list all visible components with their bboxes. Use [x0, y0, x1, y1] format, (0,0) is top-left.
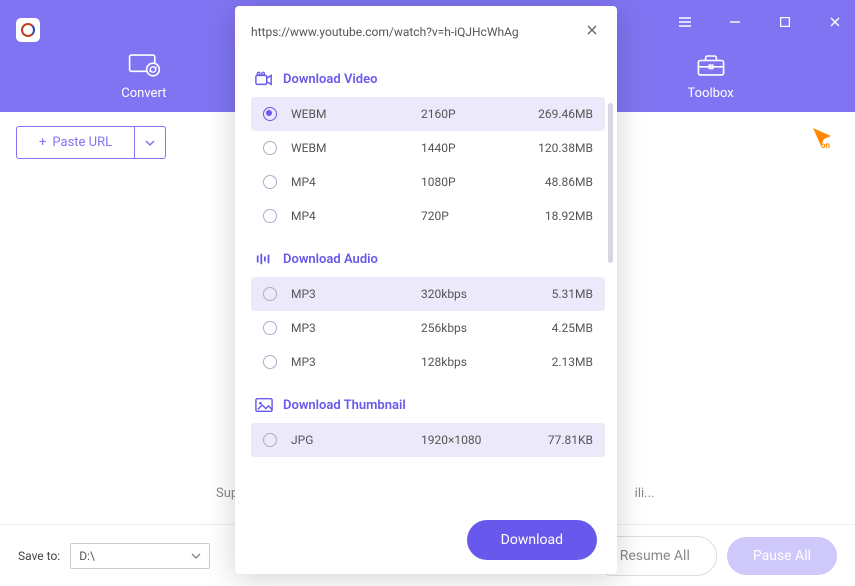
radio-icon: [263, 321, 277, 335]
paste-url-label: Paste URL: [52, 135, 112, 150]
radio-icon: [263, 107, 277, 121]
option-video-3[interactable]: MP4720P18.92MB: [251, 199, 605, 233]
audio-icon: [255, 251, 273, 267]
option-video-0[interactable]: WEBM2160P269.46MB: [251, 97, 605, 131]
plus-icon: +: [39, 135, 46, 150]
option-audio-2[interactable]: MP3128kbps2.13MB: [251, 345, 605, 379]
option-audio-1[interactable]: MP3256kbps4.25MB: [251, 311, 605, 345]
section-video-title: Download Video: [283, 72, 377, 87]
option-video-2[interactable]: MP41080P48.86MB: [251, 165, 605, 199]
chevron-down-icon: [191, 552, 201, 560]
convert-icon: [126, 50, 162, 80]
menu-icon[interactable]: [675, 12, 695, 32]
video-icon: [255, 71, 273, 87]
tab-toolbox-label: Toolbox: [688, 86, 734, 101]
paste-url-button[interactable]: + Paste URL: [17, 127, 134, 158]
section-audio-header: Download Audio: [251, 233, 605, 277]
pause-all-button[interactable]: Pause All: [727, 537, 837, 575]
section-audio-title: Download Audio: [283, 252, 378, 267]
app-logo: [16, 18, 40, 42]
modal-header: https://www.youtube.com/watch?v=h-iQJHcW…: [235, 6, 617, 53]
scrollbar[interactable]: [608, 103, 613, 263]
section-thumb-header: Download Thumbnail: [251, 379, 605, 423]
tab-convert-label: Convert: [121, 86, 166, 101]
save-to-value: D:\: [79, 549, 95, 563]
download-button[interactable]: Download: [467, 520, 597, 560]
option-thumb-0[interactable]: JPG1920×108077.81KB: [251, 423, 605, 457]
maximize-icon[interactable]: [775, 12, 795, 32]
download-modal: https://www.youtube.com/watch?v=h-iQJHcW…: [235, 6, 617, 574]
modal-close-button[interactable]: [583, 20, 601, 43]
radio-icon: [263, 209, 277, 223]
modal-footer: Download: [235, 506, 617, 574]
brand-badge: on: [807, 124, 835, 156]
window-controls: [675, 12, 845, 32]
image-icon: [255, 397, 273, 413]
option-audio-0[interactable]: MP3320kbps5.31MB: [251, 277, 605, 311]
modal-url: https://www.youtube.com/watch?v=h-iQJHcW…: [251, 25, 573, 39]
section-thumb-title: Download Thumbnail: [283, 398, 406, 413]
radio-icon: [263, 433, 277, 447]
svg-text:on: on: [821, 141, 831, 150]
paste-url-group: + Paste URL: [16, 126, 166, 159]
chevron-down-icon: [145, 139, 155, 147]
save-to-label: Save to:: [18, 549, 60, 563]
tab-convert[interactable]: Convert: [121, 50, 166, 101]
paste-url-dropdown[interactable]: [134, 127, 165, 158]
minimize-icon[interactable]: [725, 12, 745, 32]
option-video-1[interactable]: WEBM1440P120.38MB: [251, 131, 605, 165]
radio-icon: [263, 141, 277, 155]
modal-body: Download Video WEBM2160P269.46MB WEBM144…: [235, 53, 617, 506]
section-video-header: Download Video: [251, 53, 605, 97]
close-icon[interactable]: [825, 12, 845, 32]
radio-icon: [263, 175, 277, 189]
tab-toolbox[interactable]: Toolbox: [688, 50, 734, 101]
toolbox-icon: [693, 50, 729, 80]
radio-icon: [263, 355, 277, 369]
close-icon: [585, 23, 599, 37]
radio-icon: [263, 287, 277, 301]
save-to-select[interactable]: D:\: [70, 543, 210, 569]
